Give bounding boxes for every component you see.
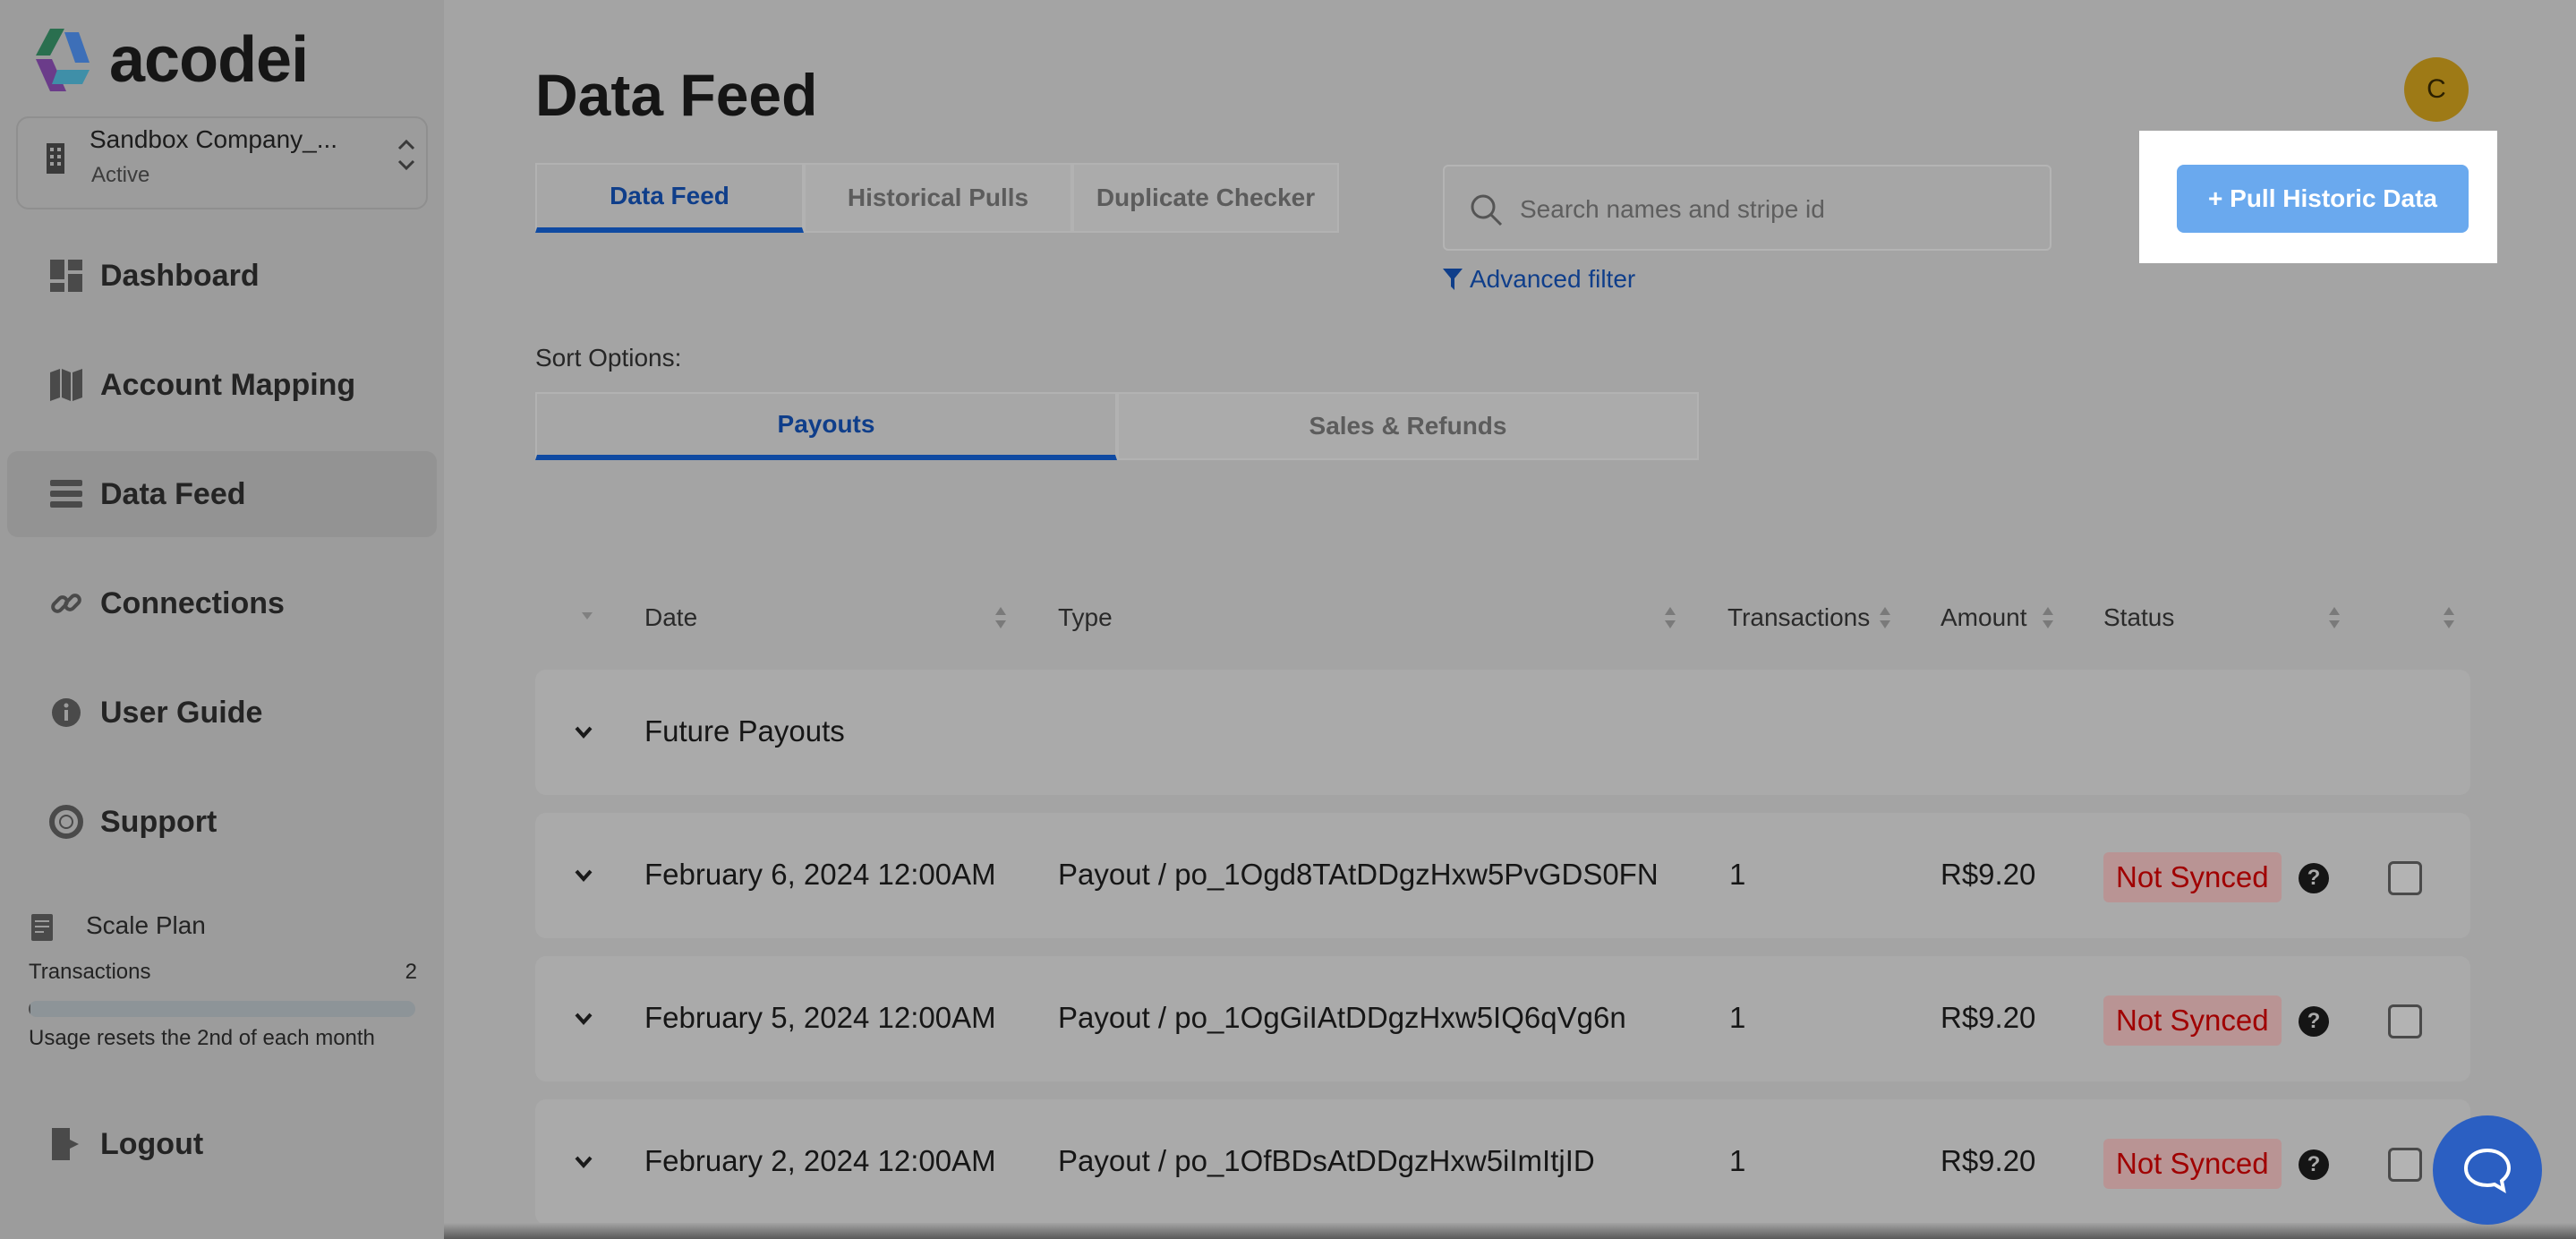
table-row[interactable]: February 5, 2024 12:00AM Payout / po_1Og… — [535, 956, 2470, 1081]
row-date: February 5, 2024 12:00AM — [644, 1001, 996, 1034]
logo-icon — [36, 29, 90, 91]
row-transactions: 1 — [1729, 1001, 1746, 1034]
chevron-down-icon[interactable] — [571, 1149, 596, 1175]
group-row-future-payouts[interactable]: Future Payouts — [535, 670, 2470, 795]
main-tabs: Data Feed Historical Pulls Duplicate Che… — [535, 163, 1339, 233]
sort-icon[interactable] — [1878, 605, 1892, 630]
sidebar-item-label: Account Mapping — [100, 367, 356, 402]
usage-progress-bar — [29, 1001, 415, 1017]
search-icon — [1471, 194, 1503, 226]
avatar[interactable]: C — [2404, 57, 2469, 122]
status-badge: Not Synced — [2103, 852, 2282, 902]
sort-tab-sales-refunds[interactable]: Sales & Refunds — [1117, 392, 1699, 460]
column-header-status[interactable]: Status — [2103, 603, 2174, 632]
sidebar-item-data-feed[interactable]: Data Feed — [7, 451, 437, 537]
row-transactions: 1 — [1729, 1144, 1746, 1177]
list-icon — [50, 480, 82, 508]
row-type: Payout / po_1OfBDsAtDDgzHxw5iImItjID — [1058, 1144, 1595, 1177]
filter-icon — [1443, 269, 1463, 290]
row-checkbox[interactable] — [2388, 1004, 2422, 1038]
plan-name: Scale Plan — [86, 911, 206, 939]
sidebar-item-connections[interactable]: Connections — [7, 560, 437, 646]
sidebar-item-label: Connections — [100, 585, 285, 620]
chevron-down-icon[interactable] — [571, 863, 596, 888]
tab-historical-pulls[interactable]: Historical Pulls — [804, 163, 1072, 233]
tab-data-feed[interactable]: Data Feed — [535, 163, 804, 233]
help-chat-button[interactable] — [2433, 1115, 2542, 1225]
column-header-amount[interactable]: Amount — [1941, 603, 2027, 632]
page-title: Data Feed — [535, 62, 818, 128]
bottom-shadow — [444, 1223, 2576, 1239]
sidebar-item-user-guide[interactable]: User Guide — [7, 670, 437, 756]
table-row[interactable]: February 6, 2024 12:00AM Payout / po_1Og… — [535, 813, 2470, 938]
logout-label: Logout — [100, 1126, 204, 1161]
logout-button[interactable]: Logout — [7, 1101, 437, 1187]
app-logo[interactable]: acodei — [34, 24, 309, 96]
chevron-down-icon[interactable] — [571, 720, 596, 745]
sidebar-item-label: User Guide — [100, 695, 263, 730]
row-type: Payout / po_1Ogd8TAtDDgzHxw5PvGDS0FN — [1058, 858, 1659, 891]
sidebar-item-label: Data Feed — [100, 476, 246, 511]
help-question-icon[interactable]: ? — [2299, 863, 2329, 893]
sidebar-item-label: Support — [100, 804, 218, 839]
sidebar-item-account-mapping[interactable]: Account Mapping — [7, 342, 437, 428]
row-date: February 6, 2024 12:00AM — [644, 858, 996, 891]
row-amount: R$9.20 — [1941, 858, 2036, 891]
row-checkbox[interactable] — [2388, 861, 2422, 895]
row-amount: R$9.20 — [1941, 1001, 2036, 1034]
sidebar-item-dashboard[interactable]: Dashboard — [7, 233, 437, 319]
sort-icon[interactable] — [1663, 605, 1677, 630]
help-question-icon[interactable]: ? — [2299, 1006, 2329, 1037]
sort-icon[interactable] — [994, 605, 1008, 630]
row-checkbox[interactable] — [2388, 1148, 2422, 1182]
sort-tab-payouts[interactable]: Payouts — [535, 392, 1117, 460]
info-icon — [52, 698, 81, 727]
sort-icon[interactable] — [2041, 605, 2055, 630]
caret-down-icon[interactable] — [580, 611, 594, 621]
chevron-down-icon[interactable] — [571, 1006, 596, 1031]
transactions-label: Transactions — [29, 960, 151, 984]
sort-options-label: Sort Options: — [535, 344, 682, 372]
search-input[interactable] — [1520, 188, 2021, 231]
lifebuoy-icon — [49, 805, 83, 839]
sidebar-item-support[interactable]: Support — [7, 779, 437, 865]
company-selector[interactable]: Sandbox Company_... Active — [16, 116, 428, 209]
transactions-count: 2 — [405, 960, 417, 984]
sidebar-item-label: Dashboard — [100, 258, 260, 293]
tab-duplicate-checker[interactable]: Duplicate Checker — [1072, 163, 1339, 233]
column-header-date[interactable]: Date — [644, 603, 697, 632]
sort-icon[interactable] — [2442, 605, 2456, 630]
sort-tabs: Payouts Sales & Refunds — [535, 392, 1699, 460]
map-icon — [50, 369, 82, 401]
row-amount: R$9.20 — [1941, 1144, 2036, 1177]
row-transactions: 1 — [1729, 858, 1746, 891]
column-header-transactions[interactable]: Transactions — [1727, 603, 1870, 632]
group-label: Future Payouts — [644, 714, 845, 748]
status-badge: Not Synced — [2103, 995, 2282, 1046]
pull-historic-data-button[interactable]: + Pull Historic Data — [2177, 165, 2469, 233]
column-header-type[interactable]: Type — [1058, 603, 1113, 632]
sort-icon[interactable] — [2327, 605, 2341, 630]
link-icon — [51, 594, 81, 613]
logout-icon — [52, 1128, 79, 1160]
search-box — [1443, 165, 2051, 251]
advanced-filter-link[interactable]: Advanced filter — [1443, 265, 1635, 294]
dashboard-icon — [50, 260, 82, 292]
company-name: Sandbox Company_... — [90, 125, 338, 153]
row-date: February 2, 2024 12:00AM — [644, 1144, 996, 1177]
table-header: Date Type Transactions Amount Status — [535, 594, 2470, 639]
sidebar: acodei Sandbox Company_... Active Dashbo… — [0, 0, 444, 1239]
chat-bubble-icon — [2463, 1148, 2512, 1194]
document-icon — [31, 914, 53, 941]
row-type: Payout / po_1OgGiIAtDDgzHxw5IQ6qVg6n — [1058, 1001, 1626, 1034]
logo-text: acodei — [109, 24, 309, 96]
building-icon — [47, 143, 64, 174]
usage-reset-note: Usage resets the 2nd of each month — [29, 1026, 375, 1050]
status-badge: Not Synced — [2103, 1139, 2282, 1189]
chevron-updown-icon — [397, 139, 415, 171]
help-question-icon[interactable]: ? — [2299, 1149, 2329, 1180]
advanced-filter-label: Advanced filter — [1470, 265, 1636, 293]
table-row[interactable]: February 2, 2024 12:00AM Payout / po_1Of… — [535, 1099, 2470, 1225]
company-status: Active — [91, 163, 150, 187]
